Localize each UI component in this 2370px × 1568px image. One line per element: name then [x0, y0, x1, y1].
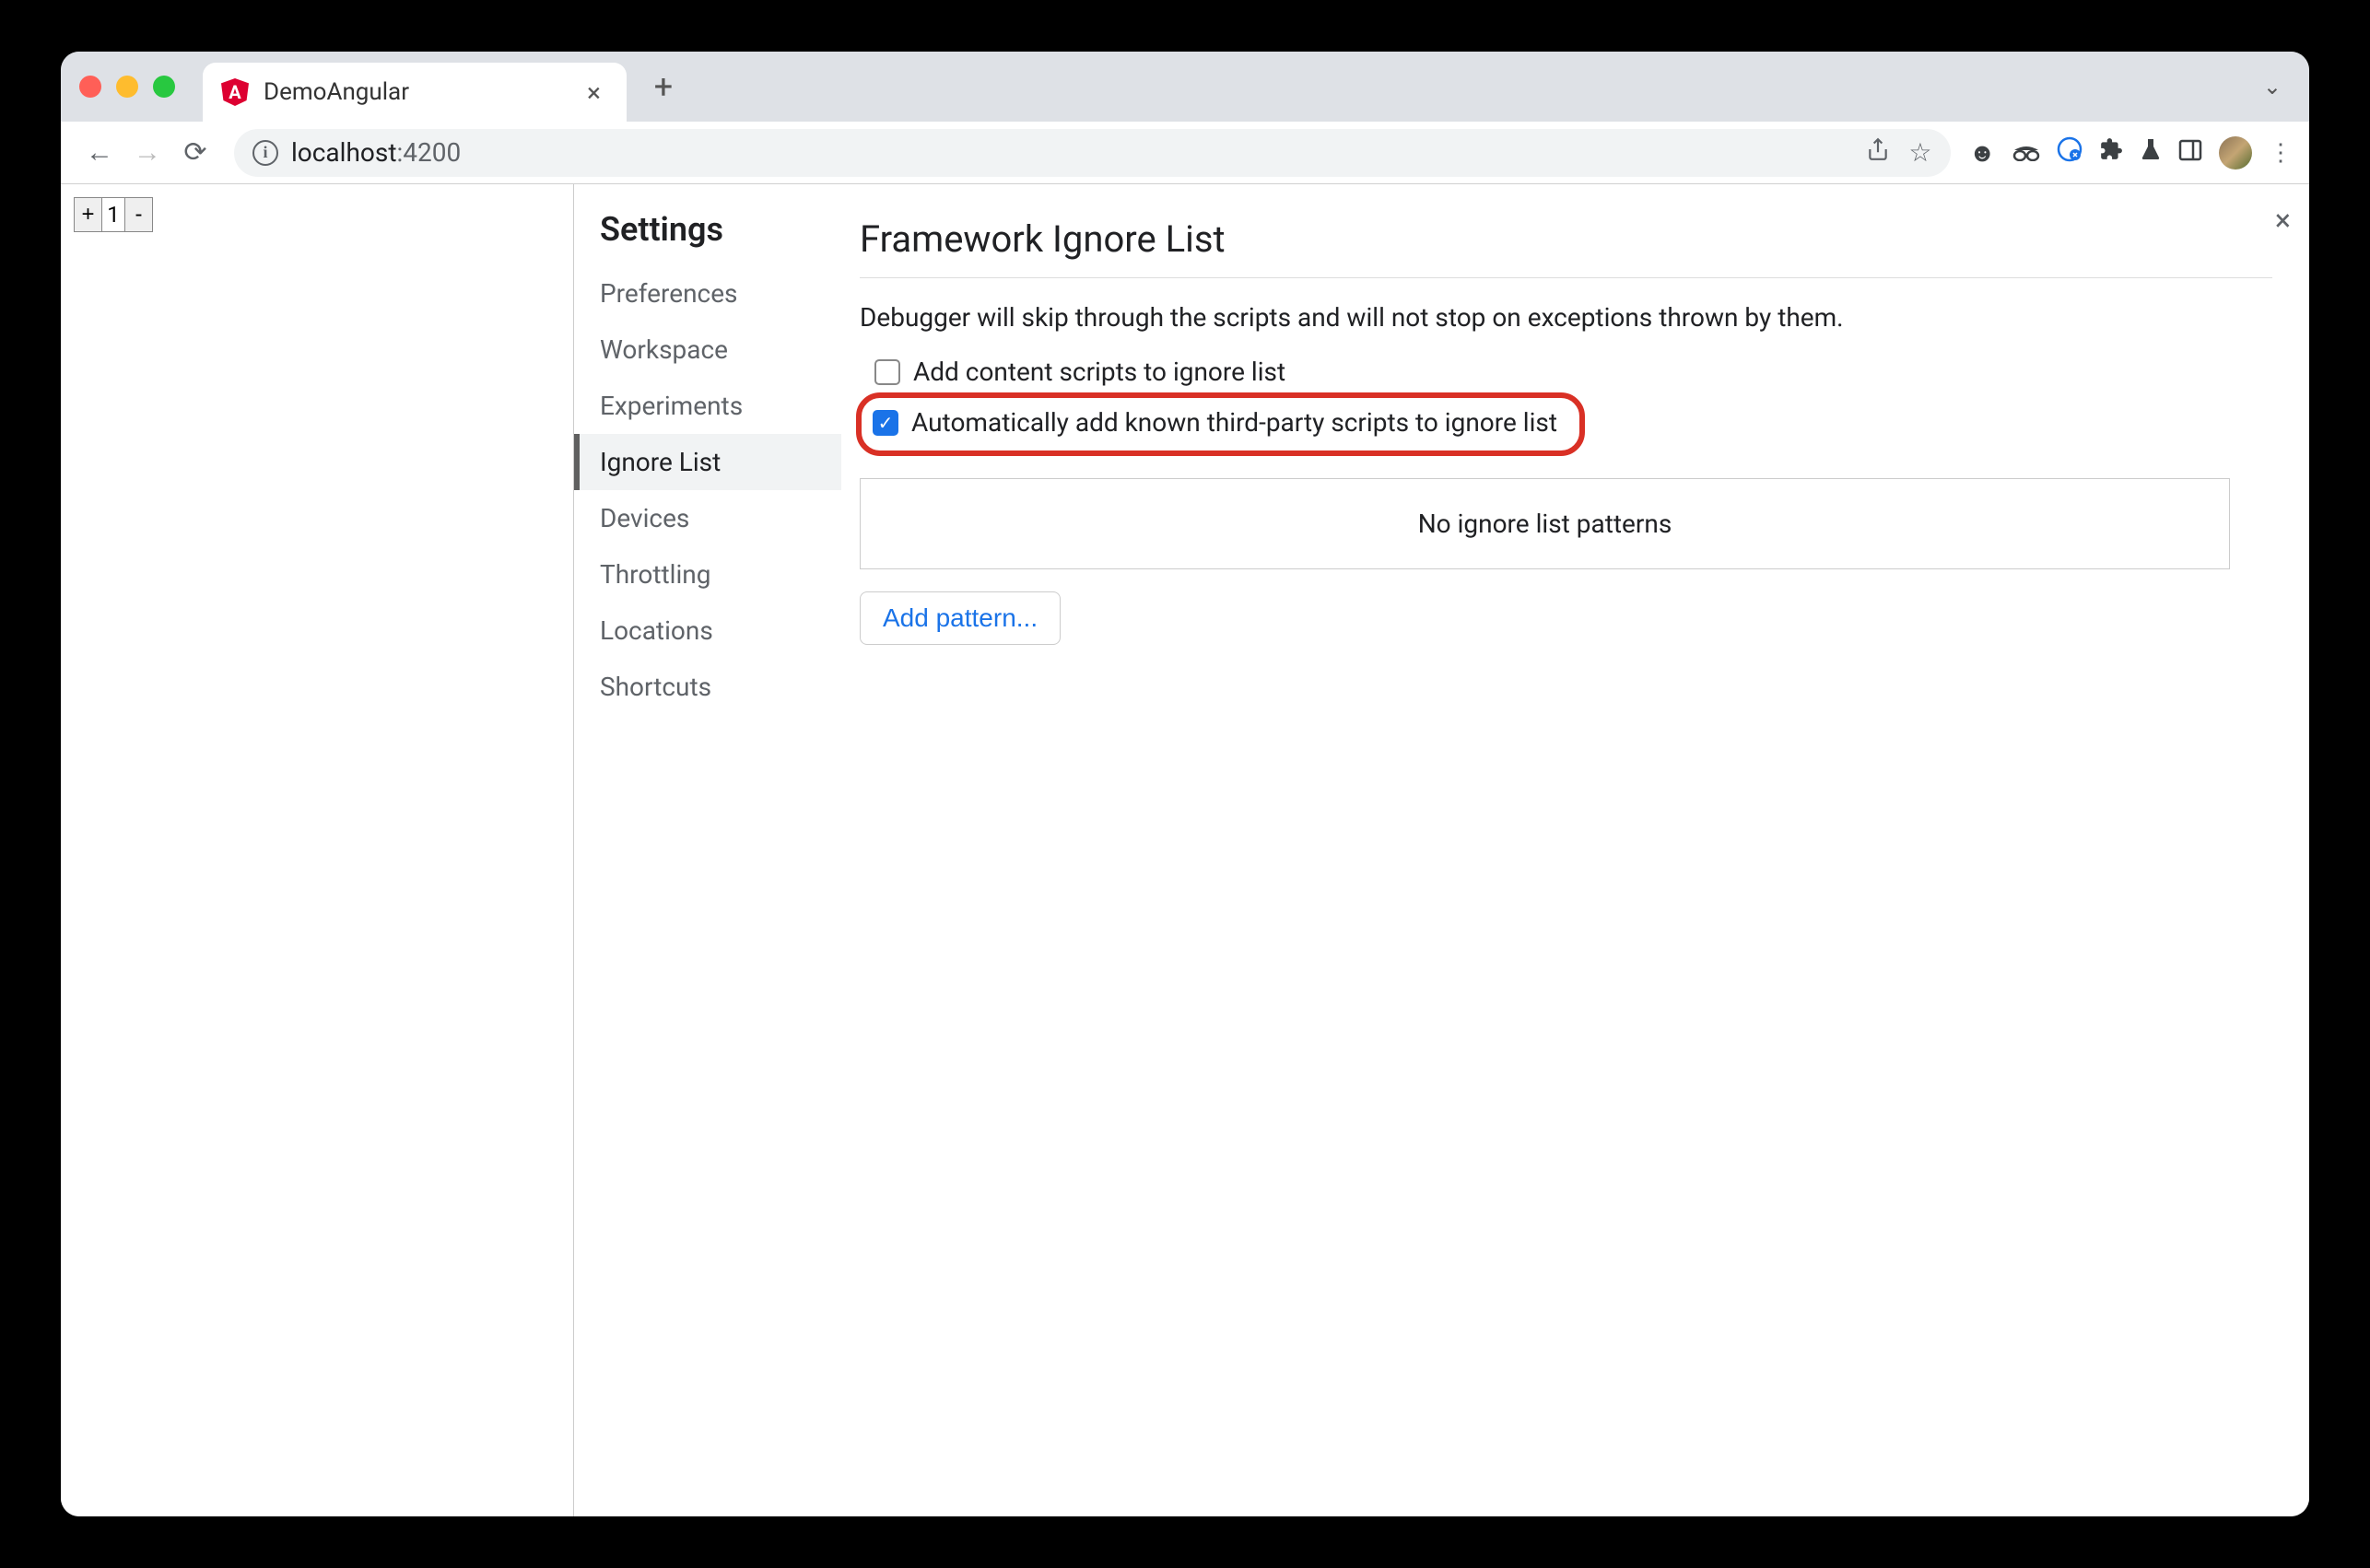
minimize-window-button[interactable] [116, 76, 138, 98]
checkbox-third-party-scripts[interactable]: ✓ Automatically add known third-party sc… [869, 402, 1561, 443]
settings-item-workspace[interactable]: Workspace [574, 322, 841, 378]
toolbar-extensions: ☻ ⋮ [1969, 136, 2291, 170]
url-text: localhost:4200 [291, 137, 461, 168]
add-pattern-button[interactable]: Add pattern... [860, 591, 1061, 645]
back-button[interactable]: ← [79, 133, 120, 173]
counter-value: 1 [102, 198, 124, 231]
settings-item-experiments[interactable]: Experiments [574, 378, 841, 434]
chevron-down-icon[interactable]: ⌄ [2254, 74, 2291, 99]
ignore-patterns-list: No ignore list patterns [860, 478, 2230, 569]
new-tab-button[interactable]: + [645, 68, 682, 105]
extension-icon-1[interactable]: ☻ [1969, 137, 1996, 168]
panel-description: Debugger will skip through the scripts a… [860, 302, 2272, 333]
devtools-settings-panel: × Settings Preferences Workspace Experim… [573, 184, 2309, 1516]
browser-window: A DemoAngular × + ⌄ ← → ⟳ i localhost:42… [61, 52, 2309, 1516]
reload-button[interactable]: ⟳ [175, 133, 216, 173]
labs-flask-icon[interactable] [2140, 137, 2162, 168]
checkbox-label: Add content scripts to ignore list [913, 357, 1285, 387]
bookmark-star-icon[interactable]: ☆ [1908, 137, 1931, 168]
decrement-button[interactable]: - [124, 198, 152, 231]
settings-item-devices[interactable]: Devices [574, 490, 841, 546]
titlebar: A DemoAngular × + ⌄ [61, 52, 2309, 122]
forward-button[interactable]: → [127, 133, 168, 173]
settings-heading: Settings [574, 210, 841, 265]
counter-widget: + 1 - [74, 197, 153, 232]
traffic-lights [79, 76, 175, 98]
maximize-window-button[interactable] [153, 76, 175, 98]
settings-nav: Preferences Workspace Experiments Ignore… [574, 265, 841, 715]
checkbox-unchecked-icon[interactable] [874, 359, 900, 385]
extension-icon-2[interactable] [2057, 136, 2083, 169]
settings-item-locations[interactable]: Locations [574, 603, 841, 659]
panel-icon[interactable] [2178, 137, 2202, 168]
incognito-icon[interactable] [2012, 137, 2040, 168]
settings-item-preferences[interactable]: Preferences [574, 265, 841, 322]
tab-title: DemoAngular [264, 78, 572, 106]
increment-button[interactable]: + [75, 198, 102, 231]
profile-avatar[interactable] [2219, 136, 2252, 170]
settings-main: Framework Ignore List Debugger will skip… [841, 184, 2309, 1516]
browser-menu-button[interactable]: ⋮ [2269, 139, 2291, 167]
angular-icon: A [221, 78, 249, 106]
close-settings-button[interactable]: × [2275, 203, 2291, 238]
empty-state-text: No ignore list patterns [1418, 509, 1672, 539]
panel-title: Framework Ignore List [860, 217, 2272, 278]
content-area: + 1 - × Settings Preferences Workspace E… [61, 184, 2309, 1516]
share-icon[interactable] [1866, 137, 1890, 168]
settings-item-shortcuts[interactable]: Shortcuts [574, 659, 841, 715]
browser-toolbar: ← → ⟳ i localhost:4200 ☆ ☻ [61, 122, 2309, 184]
extensions-puzzle-icon[interactable] [2099, 137, 2123, 168]
settings-item-ignore-list[interactable]: Ignore List [574, 434, 841, 490]
browser-tab[interactable]: A DemoAngular × [203, 63, 627, 122]
site-info-icon[interactable]: i [252, 140, 278, 166]
checkbox-content-scripts[interactable]: Add content scripts to ignore list [860, 351, 2272, 392]
close-tab-button[interactable]: × [587, 77, 601, 108]
close-window-button[interactable] [79, 76, 101, 98]
settings-item-throttling[interactable]: Throttling [574, 546, 841, 603]
checkbox-label: Automatically add known third-party scri… [911, 407, 1557, 438]
page-content: + 1 - [61, 184, 573, 1516]
checkbox-checked-icon[interactable]: ✓ [873, 410, 898, 436]
address-bar[interactable]: i localhost:4200 ☆ [234, 129, 1951, 177]
highlighted-option: ✓ Automatically add known third-party sc… [856, 392, 1585, 456]
settings-sidebar: Settings Preferences Workspace Experimen… [574, 184, 841, 1516]
